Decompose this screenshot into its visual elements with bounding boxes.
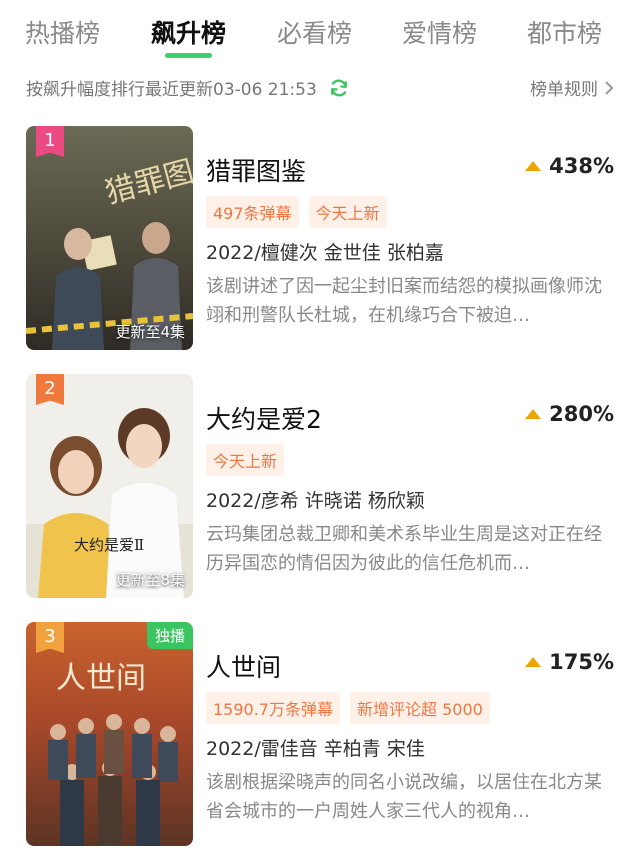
update-status: 更新至8集 (115, 571, 185, 589)
drama-title[interactable]: 人世间 (206, 648, 281, 684)
rank-badge: 1 (36, 126, 64, 157)
ranking-item[interactable]: 人世间 3 独播 人世间 175% 1590.7万条弹幕 新增评论超 5000 … (26, 622, 614, 848)
tab-urban[interactable]: 都市榜 (527, 14, 602, 50)
new-today-tag: 今天上新 (308, 196, 387, 228)
growth-rate: 438% (525, 154, 614, 178)
synopsis: 云玛集团总裁卫卿和美术系毕业生周是这对正在经历异国恋的情侣因为彼此的信任危机而… (206, 524, 602, 574)
tab-label: 飙升榜 (151, 19, 227, 48)
tab-label: 爱情榜 (402, 19, 478, 48)
ranking-tabs: 热播榜 飙升榜 必看榜 爱情榜 都市榜 (0, 0, 640, 70)
exclusive-badge: 独播 (146, 622, 193, 649)
poster-title-art: 人世间 (56, 661, 146, 696)
growth-rate: 175% (525, 650, 614, 674)
poster-image[interactable]: 大约是爱Ⅱ 2 更新至8集 (26, 374, 193, 598)
growth-value: 280% (549, 402, 614, 426)
tab-label: 都市榜 (527, 19, 603, 48)
ranking-item[interactable]: 大约是爱Ⅱ 2 更新至8集 大约是爱2 280% 今天上新 2022/彦希 许晓… (26, 374, 614, 600)
tab-romance[interactable]: 爱情榜 (402, 14, 477, 50)
growth-value: 175% (549, 650, 614, 674)
poster-image[interactable]: 人世间 3 独播 (26, 622, 193, 846)
growth-value: 438% (549, 154, 614, 178)
rank-badge: 2 (36, 374, 64, 405)
poster-title-art: 大约是爱Ⅱ (74, 536, 144, 554)
update-info-text: 按飙升幅度排行最近更新03-06 21:53 (26, 80, 317, 100)
new-today-tag: 今天上新 (206, 444, 285, 476)
synopsis: 该剧根据梁晓声的同名小说改编，以居住在北方某省会城市的一户周姓人家三代人的视角… (206, 772, 602, 822)
tag-list: 497条弹幕 今天上新 (206, 196, 397, 228)
tab-rising[interactable]: 飙升榜 (151, 14, 227, 58)
update-info: 按飙升幅度排行最近更新03-06 21:53 (26, 75, 349, 100)
year-cast: 2022/彦希 许晓诺 杨欣颖 (206, 490, 425, 512)
tab-hot[interactable]: 热播榜 (25, 14, 100, 50)
tab-label: 热播榜 (25, 19, 101, 48)
synopsis: 该剧讲述了因一起尘封旧案而结怨的模拟画像师沈翊和刑警队长杜城，在机缘巧合下被迫… (206, 276, 602, 326)
trend-up-icon (525, 409, 542, 419)
chevron-right-icon (604, 80, 614, 96)
refresh-icon[interactable] (329, 78, 349, 98)
ranking-rules-label: 榜单规则 (530, 80, 598, 100)
poster-image[interactable]: 猎罪图鉴 1 更新至4集 (26, 126, 193, 350)
danmaku-count-tag: 497条弹幕 (206, 196, 299, 228)
drama-title[interactable]: 大约是爱2 (206, 400, 322, 436)
rank-badge: 3 (36, 622, 64, 653)
growth-rate: 280% (525, 402, 614, 426)
trend-up-icon (525, 161, 542, 171)
new-comments-tag: 新增评论超 5000 (350, 692, 490, 724)
tab-underline (165, 53, 213, 58)
ranking-item[interactable]: 猎罪图鉴 1 更新至4集 猎罪图鉴 438% 497条弹幕 今天上新 2022/… (26, 126, 614, 352)
update-status: 更新至4集 (115, 323, 185, 341)
tag-list: 1590.7万条弹幕 新增评论超 5000 (206, 692, 500, 724)
tag-list: 今天上新 (206, 444, 294, 476)
drama-title[interactable]: 猎罪图鉴 (206, 152, 306, 188)
year-cast: 2022/檀健次 金世佳 张柏嘉 (206, 242, 444, 264)
danmaku-count-tag: 1590.7万条弹幕 (206, 692, 340, 724)
tab-must-watch[interactable]: 必看榜 (277, 14, 352, 50)
year-cast: 2022/雷佳音 辛柏青 宋佳 (206, 738, 425, 760)
trend-up-icon (525, 657, 542, 667)
ranking-subheader: 按飙升幅度排行最近更新03-06 21:53 榜单规则 (26, 72, 614, 102)
ranking-rules-link[interactable]: 榜单规则 (530, 75, 614, 100)
tab-label: 必看榜 (277, 19, 353, 48)
